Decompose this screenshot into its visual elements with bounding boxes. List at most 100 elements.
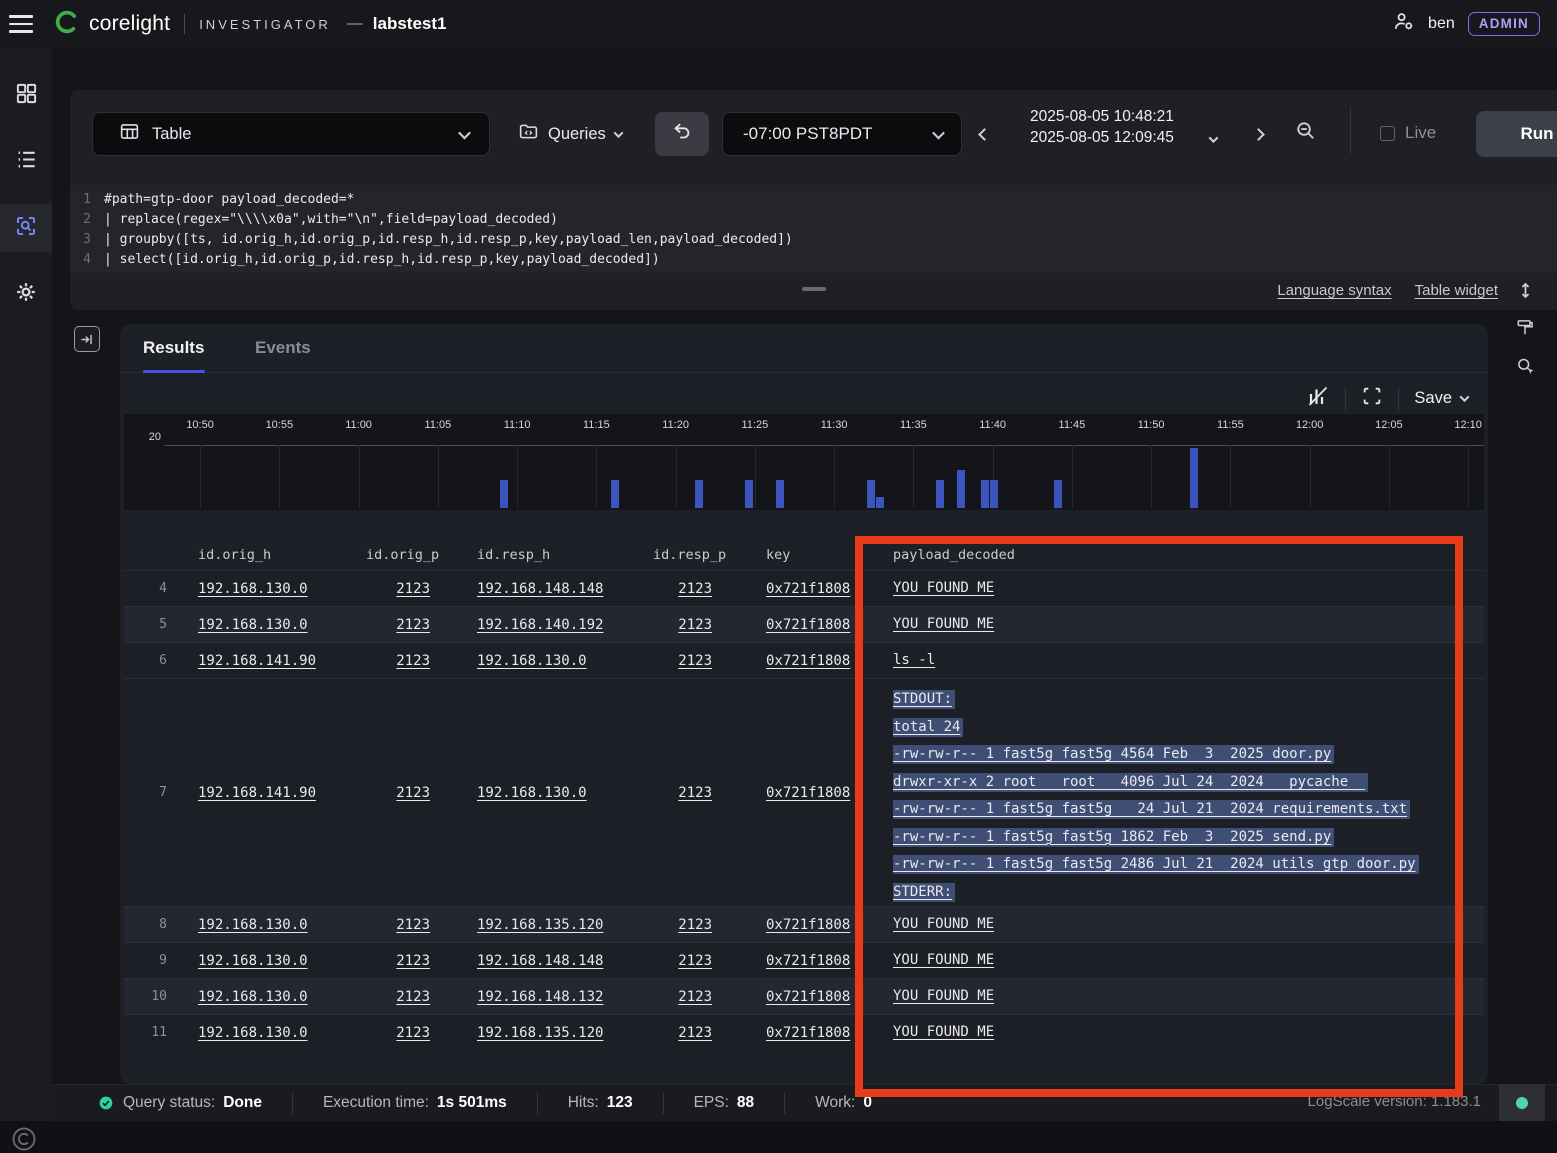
save-button[interactable]: Save [1414, 389, 1468, 408]
payload-text[interactable]: YOU FOUND ME [893, 580, 994, 596]
cell-id-orig-h-value[interactable]: 192.168.130.0 [198, 1025, 308, 1041]
cell-id-orig-p[interactable]: 2123 [366, 785, 430, 801]
editor-resize-handle[interactable] [802, 287, 826, 291]
cell-id-orig-p[interactable]: 2123 [366, 617, 430, 633]
cell-key-value[interactable]: 0x721f1808 [766, 953, 850, 969]
copyright-icon[interactable] [11, 1126, 37, 1153]
payload-line[interactable]: YOU FOUND ME [893, 983, 1484, 1011]
sidebar-item-settings[interactable] [0, 270, 52, 318]
payload-text[interactable]: total 24 [893, 718, 963, 737]
cell-id-orig-p[interactable]: 2123 [366, 653, 430, 669]
cell-id-orig-p-value[interactable]: 2123 [396, 581, 430, 597]
cell-id-resp-p[interactable]: 2123 [653, 1025, 712, 1041]
cell-id-resp-p[interactable]: 2123 [653, 581, 712, 597]
chart-bar[interactable] [500, 480, 508, 508]
payload-line[interactable]: YOU FOUND ME [893, 1019, 1484, 1047]
health-indicator[interactable] [1499, 1084, 1545, 1121]
cell-id-resp-p-value[interactable]: 2123 [678, 989, 712, 1005]
fullscreen-icon[interactable] [1361, 385, 1383, 412]
cell-id-orig-h[interactable]: 192.168.141.90 [198, 785, 366, 801]
cell-payload-decoded[interactable]: YOU FOUND ME [864, 611, 1484, 639]
payload-text[interactable]: YOU FOUND ME [893, 988, 994, 1004]
cell-id-orig-h[interactable]: 192.168.130.0 [198, 917, 366, 933]
chart-bar[interactable] [936, 480, 944, 508]
zoom-out-time-icon[interactable] [1294, 119, 1317, 147]
payload-text[interactable]: -rw-rw-r-- 1 fast5g fast5g 4564 Feb 3 20… [893, 745, 1334, 764]
payload-line[interactable]: YOU FOUND ME [893, 575, 1484, 603]
cell-id-orig-p[interactable]: 2123 [366, 953, 430, 969]
cell-id-orig-h[interactable]: 192.168.130.0 [198, 617, 366, 633]
payload-text[interactable]: -rw-rw-r-- 1 fast5g fast5g 1862 Feb 3 20… [893, 828, 1334, 847]
username[interactable]: ben [1428, 15, 1455, 33]
cell-key[interactable]: 0x721f1808 [712, 917, 864, 933]
cell-key-value[interactable]: 0x721f1808 [766, 989, 850, 1005]
time-range-chevron-icon[interactable] [1210, 130, 1217, 148]
payload-text[interactable]: STDERR: [893, 883, 955, 902]
cell-id-resp-p[interactable]: 2123 [653, 953, 712, 969]
cell-key-value[interactable]: 0x721f1808 [766, 617, 850, 633]
cell-id-resp-p[interactable]: 2123 [653, 785, 712, 801]
table-row[interactable]: 4192.168.130.02123192.168.148.14821230x7… [124, 570, 1484, 606]
cell-id-orig-h-value[interactable]: 192.168.130.0 [198, 989, 308, 1005]
payload-line[interactable]: -rw-rw-r-- 1 fast5g fast5g 4564 Feb 3 20… [893, 741, 1484, 769]
column-header-id-resp-h[interactable]: id.resp_h [430, 547, 653, 563]
payload-text[interactable]: STDOUT: [893, 690, 955, 709]
payload-line[interactable]: YOU FOUND ME [893, 611, 1484, 639]
cell-id-orig-h-value[interactable]: 192.168.141.90 [198, 785, 316, 801]
table-row[interactable]: 8192.168.130.02123192.168.135.12021230x7… [124, 906, 1484, 942]
payload-line[interactable]: STDOUT: [893, 686, 1484, 714]
cell-id-resp-p[interactable]: 2123 [653, 653, 712, 669]
payload-line[interactable]: YOU FOUND ME [893, 911, 1484, 939]
payload-text[interactable]: YOU FOUND ME [893, 952, 994, 968]
tab-events[interactable]: Events [255, 338, 311, 358]
payload-line[interactable]: YOU FOUND ME [893, 947, 1484, 975]
cell-payload-decoded[interactable]: ls -l [864, 647, 1484, 675]
cell-id-orig-h-value[interactable]: 192.168.130.0 [198, 953, 308, 969]
cell-key[interactable]: 0x721f1808 [712, 785, 864, 801]
cell-id-resp-p-value[interactable]: 2123 [678, 785, 712, 801]
payload-line[interactable]: STDERR: [893, 879, 1484, 907]
payload-line[interactable]: drwxr-xr-x 2 root root 4096 Jul 24 2024 … [893, 769, 1484, 797]
cell-key-value[interactable]: 0x721f1808 [766, 1025, 850, 1041]
cell-payload-decoded[interactable]: YOU FOUND ME [864, 947, 1484, 975]
expand-vertical-icon[interactable] [1515, 280, 1536, 306]
cell-id-orig-p[interactable]: 2123 [366, 581, 430, 597]
chart-bar[interactable] [957, 470, 965, 508]
cell-id-resp-h[interactable]: 192.168.135.120 [430, 917, 653, 933]
cell-id-orig-h[interactable]: 192.168.141.90 [198, 653, 366, 669]
live-toggle[interactable]: Live [1380, 123, 1436, 143]
column-header-id-resp-p[interactable]: id.resp_p [653, 547, 712, 563]
cell-id-resp-h-value[interactable]: 192.168.140.192 [477, 617, 603, 633]
cell-id-orig-p-value[interactable]: 2123 [396, 653, 430, 669]
time-range-display[interactable]: 2025-08-05 10:48:21 2025-08-05 12:09:45 [1030, 106, 1174, 148]
cell-payload-decoded[interactable]: YOU FOUND ME [864, 1019, 1484, 1047]
chart-bar[interactable] [867, 480, 875, 508]
column-header-id-orig-p[interactable]: id.orig_p [366, 547, 430, 563]
cell-id-orig-h[interactable]: 192.168.130.0 [198, 581, 366, 597]
payload-text[interactable]: ls -l [893, 652, 935, 668]
chart-bar[interactable] [611, 480, 619, 508]
timezone-select[interactable]: -07:00 PST8PDT [722, 112, 962, 156]
cell-id-orig-h-value[interactable]: 192.168.141.90 [198, 653, 316, 669]
cell-id-resp-p-value[interactable]: 2123 [678, 917, 712, 933]
cell-id-resp-p[interactable]: 2123 [653, 989, 712, 1005]
table-row[interactable]: 9192.168.130.02123192.168.148.14821230x7… [124, 942, 1484, 978]
cell-id-resp-h[interactable]: 192.168.148.148 [430, 581, 653, 597]
table-row[interactable]: 6192.168.141.902123192.168.130.021230x72… [124, 642, 1484, 678]
cell-id-resp-p-value[interactable]: 2123 [678, 953, 712, 969]
cell-id-resp-p-value[interactable]: 2123 [678, 653, 712, 669]
table-row[interactable]: 10192.168.130.02123192.168.148.13221230x… [124, 978, 1484, 1014]
view-type-select[interactable]: Table [92, 112, 490, 156]
chart-bar[interactable] [1190, 448, 1198, 508]
cell-id-resp-p[interactable]: 2123 [653, 917, 712, 933]
cell-key-value[interactable]: 0x721f1808 [766, 581, 850, 597]
table-row[interactable]: 5192.168.130.02123192.168.140.19221230x7… [124, 606, 1484, 642]
cell-key[interactable]: 0x721f1808 [712, 617, 864, 633]
table-widget-link[interactable]: Table widget [1415, 282, 1498, 299]
chart-bar[interactable] [876, 497, 884, 508]
cell-id-resp-h[interactable]: 192.168.130.0 [430, 785, 653, 801]
cell-id-orig-p-value[interactable]: 2123 [396, 917, 430, 933]
cell-id-resp-h-value[interactable]: 192.168.148.148 [477, 581, 603, 597]
cell-id-orig-p[interactable]: 2123 [366, 1025, 430, 1041]
undo-button[interactable] [655, 112, 709, 156]
